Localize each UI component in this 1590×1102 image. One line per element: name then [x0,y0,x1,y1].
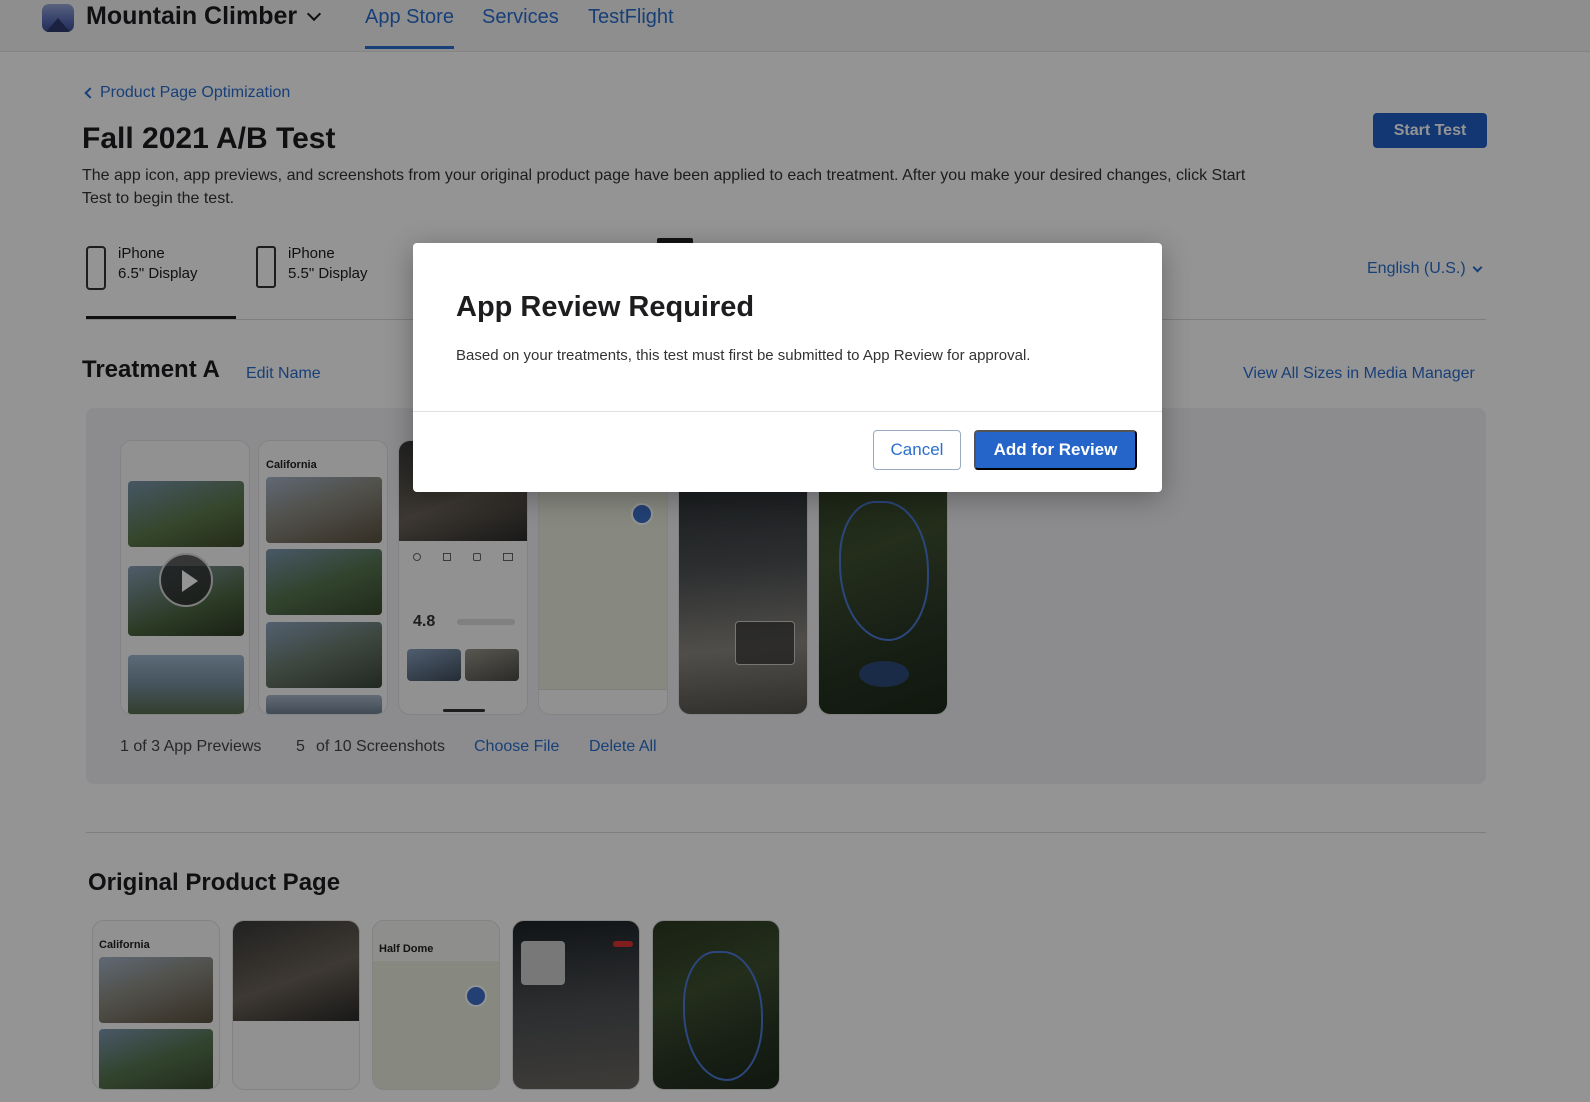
dialog-title: App Review Required [456,291,755,323]
page: Mountain Climber App Store Services Test… [0,0,1590,1102]
dialog-divider [413,411,1162,412]
dialog-message: Based on your treatments, this test must… [456,347,1031,364]
modal-backdrop[interactable] [0,0,1590,1102]
app-review-dialog: App Review Required Based on your treatm… [413,243,1162,492]
add-for-review-button[interactable]: Add for Review [974,430,1137,470]
cancel-button[interactable]: Cancel [873,430,961,470]
